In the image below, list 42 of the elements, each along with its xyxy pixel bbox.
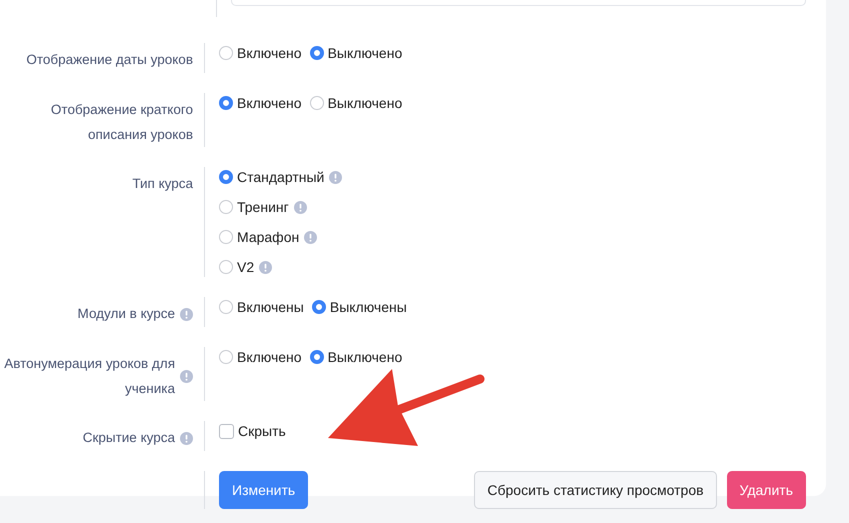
radio-button[interactable] [219,230,233,244]
info-icon[interactable] [259,260,272,274]
setting-label: Отображение даты уроков [26,51,193,69]
option-label: Включено [237,349,302,365]
radio-button[interactable] [219,260,233,274]
option-label: Стандартный [237,169,324,185]
info-icon[interactable] [304,230,318,244]
radio-button[interactable] [219,300,233,314]
info-icon[interactable] [294,200,307,214]
radio-button[interactable] [219,46,233,60]
setting-label: Отображение краткого описания уроков [50,101,193,144]
radio-button[interactable] [219,200,233,214]
radio-button[interactable] [219,350,233,364]
option-label: Выключены [330,299,407,315]
checkbox[interactable] [219,424,234,438]
info-icon[interactable] [180,308,193,320]
setting-label: Скрытие курса [82,429,175,447]
radio-button[interactable] [310,350,324,364]
info-icon[interactable] [180,432,193,444]
option-label: Выключено [328,349,402,365]
delete-button[interactable]: Удалить [726,471,806,509]
setting-label: Автонумерация уроков для ученика [3,355,175,398]
option-label: Тренинг [237,199,289,215]
radio-button[interactable] [310,46,324,60]
option-label: Включены [237,299,304,315]
radio-button[interactable] [219,96,233,110]
setting-label: Модули в курсе [78,305,175,323]
info-icon[interactable] [180,370,193,382]
option-label: Включено [237,95,302,111]
radio-button[interactable] [310,96,324,110]
radio-button[interactable] [219,170,233,184]
info-icon[interactable] [329,170,342,184]
option-label: V2 [237,259,254,275]
setting-label: Тип курса [132,175,193,193]
radio-button[interactable] [312,300,326,314]
save-button[interactable]: Изменить [219,471,308,509]
option-label: Выключено [328,95,402,111]
option-label: Выключено [328,45,402,61]
option-label: Марафон [237,229,300,245]
reset-stats-button[interactable]: Сбросить статистику просмотров [474,471,717,509]
option-label: Включено [237,45,302,61]
option-label: Скрыть [238,423,286,439]
